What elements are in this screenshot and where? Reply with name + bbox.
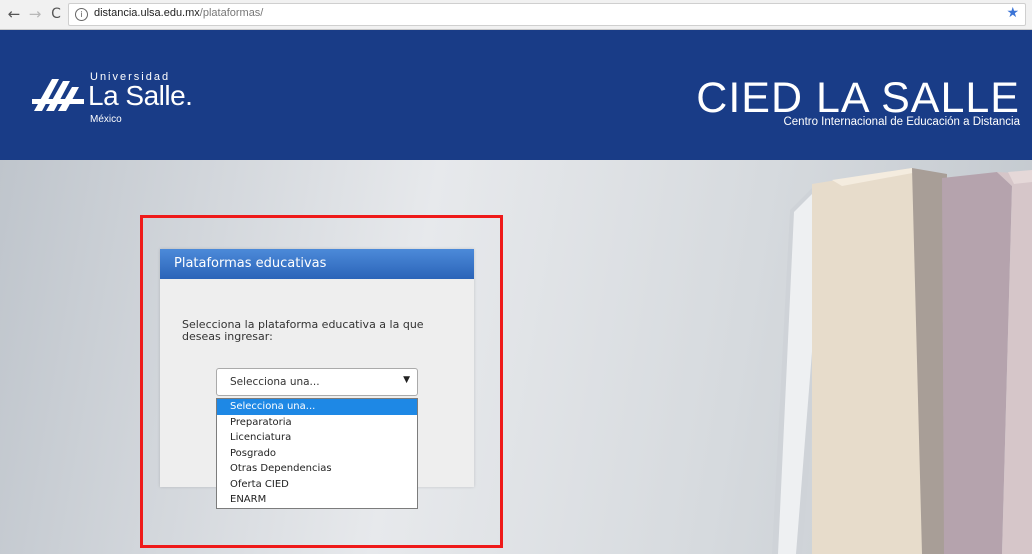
- la-salle-logo[interactable]: Universidad La Salle. México: [32, 67, 232, 127]
- back-arrow-icon[interactable]: ←: [5, 5, 23, 23]
- la-salle-star-logo-icon: [32, 79, 84, 111]
- site-header: Universidad La Salle. México CIED LA SAL…: [0, 30, 1032, 160]
- url-path: /plataformas/: [199, 7, 264, 19]
- address-bar[interactable]: i distancia.ulsa.edu.mx/plataformas/ ★: [68, 3, 1026, 26]
- bookmark-star-icon[interactable]: ★: [1006, 5, 1019, 21]
- logo-lasalle-text: La Salle.: [88, 80, 193, 111]
- url-text[interactable]: distancia.ulsa.edu.mx/plataformas/: [94, 7, 263, 19]
- cied-subtitle: Centro Internacional de Educación a Dist…: [783, 116, 1020, 128]
- info-icon[interactable]: i: [75, 8, 88, 21]
- reload-icon[interactable]: C: [47, 5, 65, 23]
- forward-arrow-icon[interactable]: →: [26, 5, 44, 23]
- browser-toolbar: ← → C i distancia.ulsa.edu.mx/plataforma…: [0, 0, 1032, 30]
- logo-mexico-text: México: [90, 114, 122, 125]
- highlight-annotation-box: [140, 215, 503, 548]
- url-host: distancia.ulsa.edu.mx: [94, 7, 200, 19]
- books-illustration: [772, 168, 1032, 554]
